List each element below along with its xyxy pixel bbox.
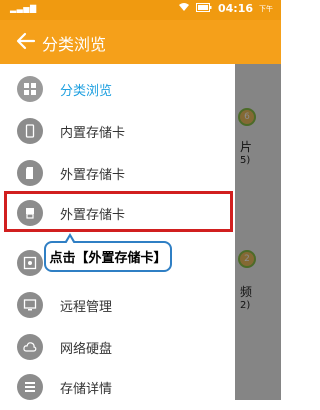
drawer-item-storage-details[interactable]: 存储详情 [0,364,235,410]
drawer-item-category-browse[interactable]: 分类浏览 [0,66,235,112]
page-title: 分类浏览 [42,35,107,54]
list-icon [17,374,43,400]
wifi-icon [178,2,190,15]
drawer-item-label: 内置存储卡 [60,126,126,141]
app-bar: 分类浏览 [0,20,281,64]
scrim-overlay[interactable] [235,64,281,400]
phone-icon [17,118,43,144]
highlight-frame [4,191,233,232]
drawer-item-label: 分类浏览 [60,84,113,99]
drawer-item-label: 网络硬盘 [60,342,113,357]
cloud-icon [17,334,43,360]
navigation-drawer: 分类浏览 内置存储卡 外置存储卡 外置存储卡 远程管理 网络硬盘 存储详情 [0,64,235,400]
status-ampm: 下午 [259,4,273,13]
instruction-callout: 点击【外置存储卡】 [44,233,172,272]
sd-card-icon [17,160,43,186]
drawer-item-label: 存储详情 [60,382,113,397]
battery-icon [195,2,212,15]
grid-icon [17,76,43,102]
drawer-item-label: 远程管理 [60,300,113,315]
drawer-item-remote-management[interactable]: 远程管理 [0,282,235,328]
status-time: 04:16 [217,2,253,15]
media-icon [17,250,43,276]
monitor-icon [17,292,43,318]
drawer-item-label: 外置存储卡 [60,168,126,183]
drawer-item-internal-storage[interactable]: 内置存储卡 [0,108,235,154]
callout-pointer-fill [66,237,74,244]
status-bar: ▂▃▅▇ 04:16 下午 [0,0,281,20]
callout-text: 点击【外置存储卡】 [49,251,167,266]
signal-icon: ▂▃▅▇ [10,4,37,13]
back-arrow-icon[interactable] [14,29,38,53]
